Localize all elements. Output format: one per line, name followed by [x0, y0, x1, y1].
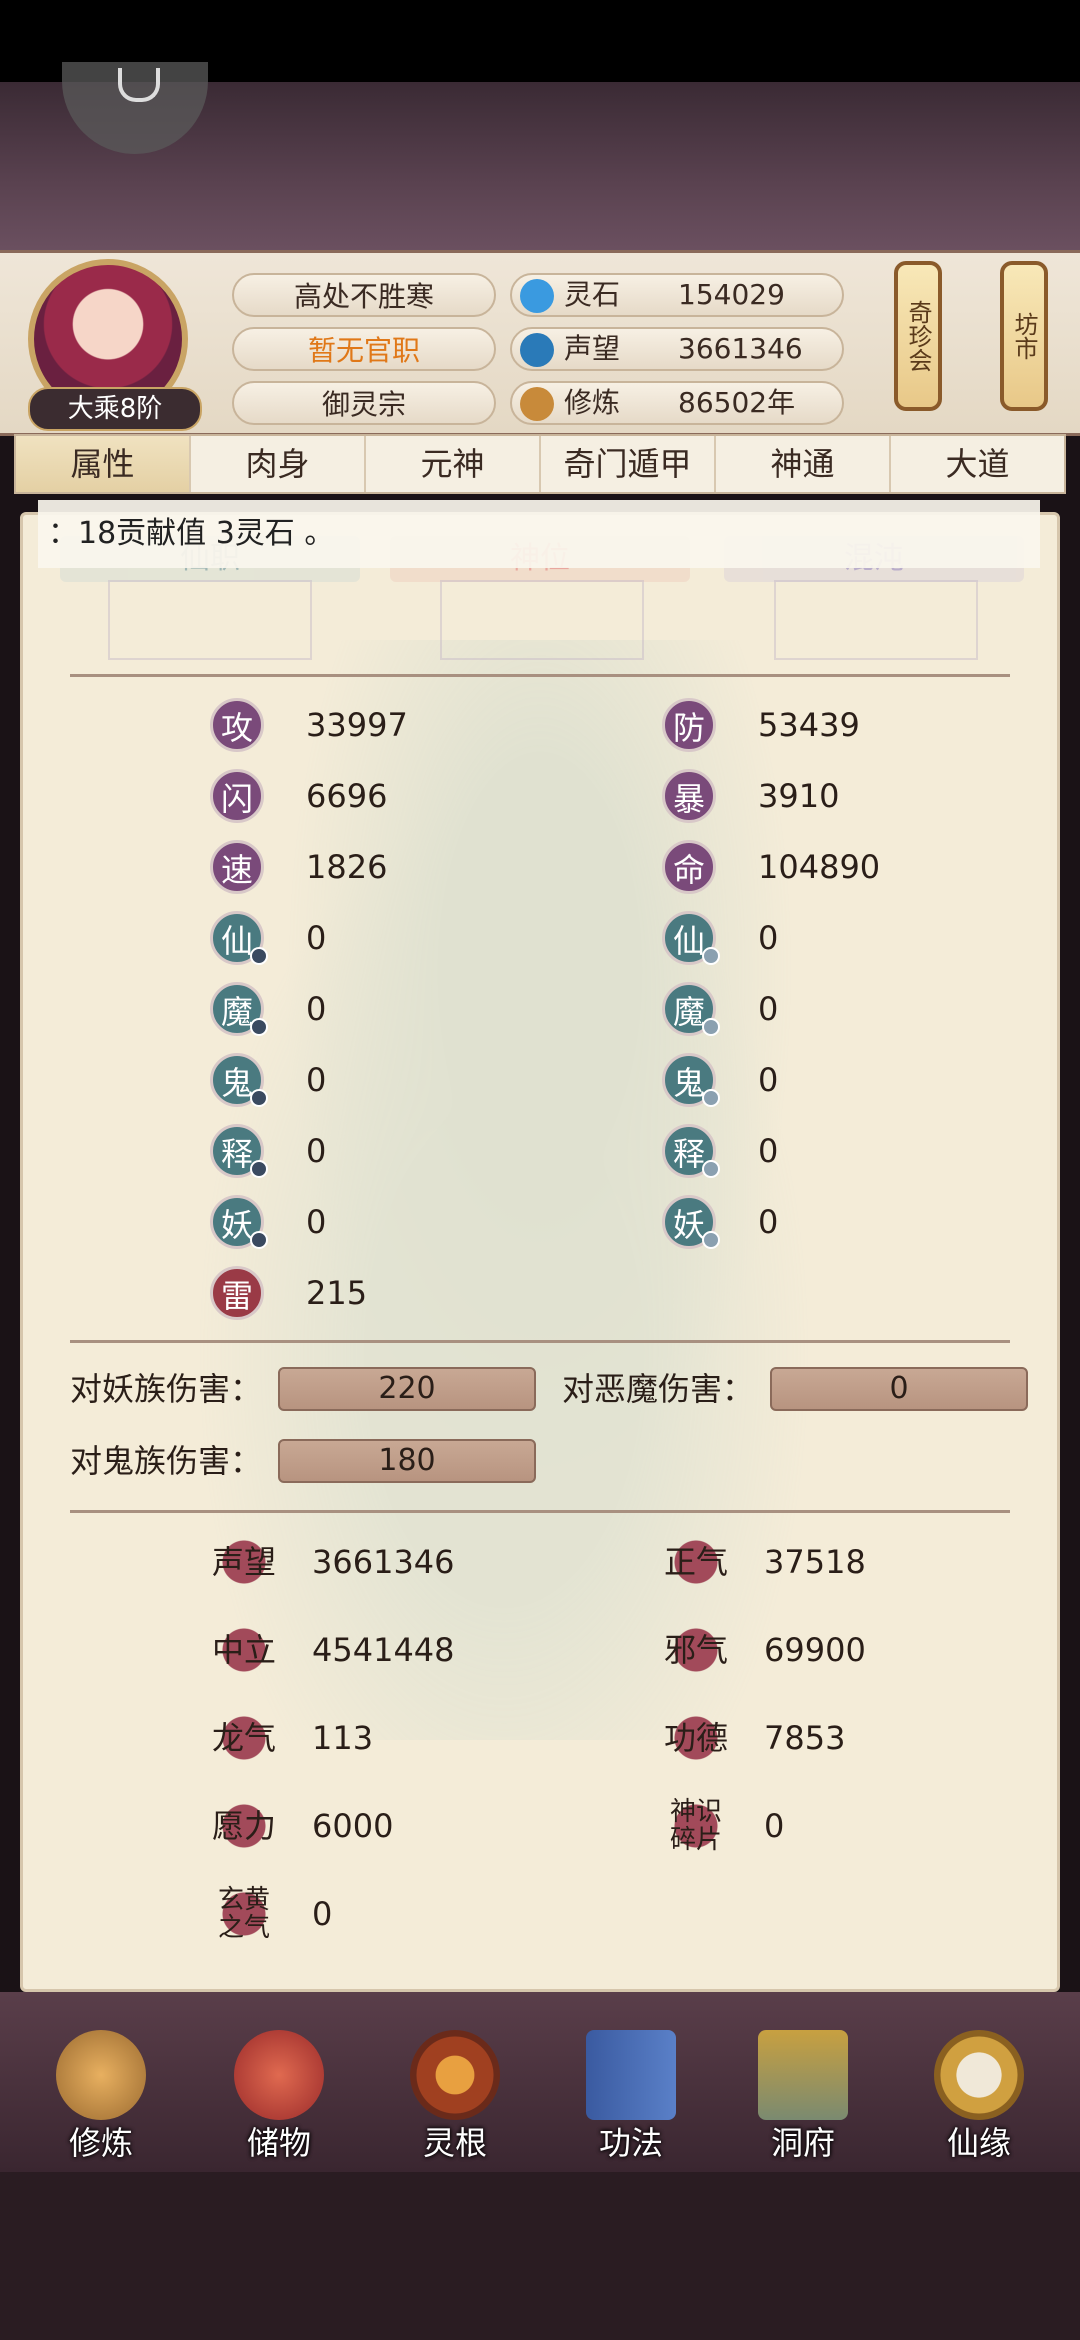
rank-slot[interactable]	[774, 580, 978, 660]
rep-badge: 邪气	[664, 1620, 728, 1680]
nav-spirit-root[interactable]: 灵根	[390, 2030, 520, 2170]
spirit-root-icon	[410, 2030, 500, 2120]
resource-spirit-stone: 灵石 154029	[510, 273, 844, 317]
player-header: 大乘8阶 高处不胜寒 暂无官职 御灵宗 灵石 154029 声望 3661346…	[0, 250, 1080, 436]
divider	[70, 674, 1010, 677]
damage-vs-ghost-bar: 180	[278, 1439, 536, 1483]
defense-marker-icon	[702, 1231, 720, 1249]
market-button[interactable]: 坊市	[1000, 261, 1048, 411]
tab-body[interactable]: 肉身	[191, 436, 366, 492]
treasure-fair-button[interactable]: 奇珍会	[894, 261, 942, 411]
player-title[interactable]: 高处不胜寒	[232, 273, 496, 317]
cave-dwelling-icon	[758, 2030, 848, 2120]
attack-marker-icon	[250, 1018, 268, 1036]
cultivation-icon	[520, 387, 554, 421]
rep-badge: 声望	[212, 1532, 276, 1592]
attack-marker-icon	[250, 947, 268, 965]
attack-marker-icon	[250, 1160, 268, 1178]
divider	[70, 1340, 1010, 1343]
prestige-icon	[520, 333, 554, 367]
rep-badge: 愿力	[212, 1796, 276, 1856]
attack-marker-icon	[250, 1089, 268, 1107]
rank-slot[interactable]	[108, 580, 312, 660]
rank-badge: 大乘8阶	[28, 387, 202, 431]
stat-badge: 攻	[210, 698, 264, 752]
nav-cave-dwelling[interactable]: 洞府	[738, 2030, 868, 2170]
resource-cultivation: 修炼 86502年	[510, 381, 844, 425]
official-post[interactable]: 暂无官职	[232, 327, 496, 371]
storage-bag-icon	[234, 2030, 324, 2120]
rep-badge: 正气	[664, 1532, 728, 1592]
tooltip-text: ：18贡献值 3灵石 。	[38, 500, 1040, 568]
tab-soul[interactable]: 元神	[366, 436, 541, 492]
attack-marker-icon	[250, 1231, 268, 1249]
rep-badge: 功德	[664, 1708, 728, 1768]
rep-badge: 玄黄之气	[212, 1884, 276, 1944]
stat-badge: 防	[662, 698, 716, 752]
gourd-icon	[934, 2030, 1024, 2120]
sect-name[interactable]: 御灵宗	[232, 381, 496, 425]
stat-badge: 暴	[662, 769, 716, 823]
damage-vs-monster-bar: 220	[278, 1367, 536, 1411]
spirit-stone-icon	[520, 279, 554, 313]
tab-qimen[interactable]: 奇门遁甲	[541, 436, 716, 492]
divider	[70, 1510, 1010, 1513]
assist-icon	[118, 68, 160, 102]
rep-badge: 神识碎片	[664, 1796, 728, 1856]
stat-badge: 雷	[210, 1266, 264, 1320]
defense-marker-icon	[702, 1089, 720, 1107]
technique-book-icon	[586, 2030, 676, 2120]
nav-fate[interactable]: 仙缘	[914, 2030, 1044, 2170]
tab-attributes[interactable]: 属性	[16, 436, 191, 492]
defense-marker-icon	[702, 1160, 720, 1178]
rep-badge: 龙气	[212, 1708, 276, 1768]
stat-badge: 速	[210, 840, 264, 894]
rep-badge: 中立	[212, 1620, 276, 1680]
damage-vs-monster-label: 对妖族伤害：	[70, 1370, 263, 1408]
defense-marker-icon	[702, 1018, 720, 1036]
stat-badge: 命	[662, 840, 716, 894]
damage-vs-ghost-label: 对鬼族伤害：	[70, 1442, 263, 1480]
rank-slot[interactable]	[440, 580, 644, 660]
bottom-background	[0, 2172, 1080, 2340]
cultivate-icon	[56, 2030, 146, 2120]
nav-storage[interactable]: 储物	[214, 2030, 344, 2170]
stat-badge: 闪	[210, 769, 264, 823]
nav-techniques[interactable]: 功法	[566, 2030, 696, 2170]
resource-prestige: 声望 3661346	[510, 327, 844, 371]
attribute-tabs: 属性 肉身 元神 奇门遁甲 神通 大道	[14, 434, 1066, 494]
nav-cultivate[interactable]: 修炼	[36, 2030, 166, 2170]
tab-divine-power[interactable]: 神通	[716, 436, 891, 492]
defense-marker-icon	[702, 947, 720, 965]
damage-vs-demon-label: 对恶魔伤害：	[562, 1370, 755, 1408]
tab-great-dao[interactable]: 大道	[891, 436, 1064, 492]
damage-vs-demon-bar: 0	[770, 1367, 1028, 1411]
